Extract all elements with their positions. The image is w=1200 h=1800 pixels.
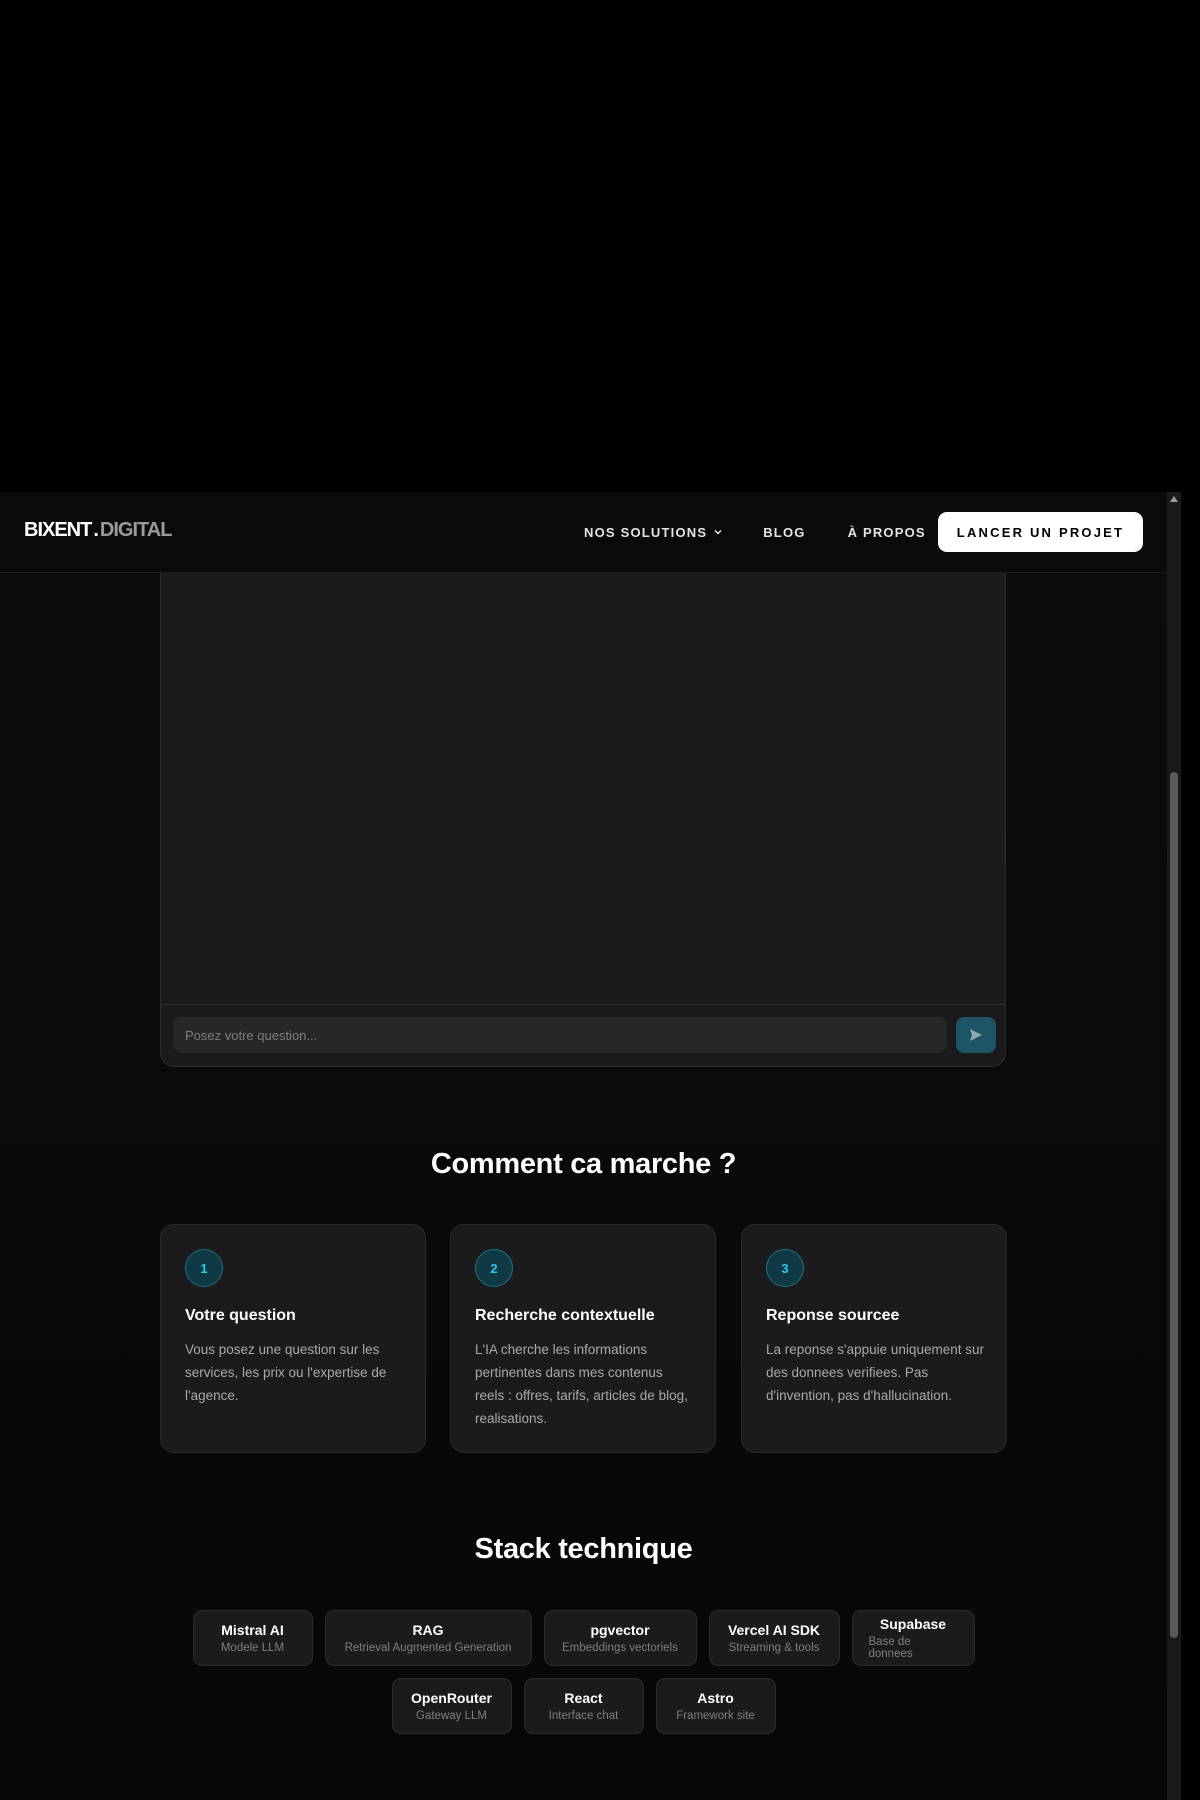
stack-chip-name: Vercel AI SDK bbox=[727, 1622, 821, 1638]
nav-blog-label: BLOG bbox=[763, 524, 806, 540]
stack-chip: OpenRouter Gateway LLM bbox=[391, 1678, 512, 1734]
stack-chip-name: Astro bbox=[697, 1690, 734, 1706]
how-section-title: Comment ca marche ? bbox=[430, 1148, 737, 1180]
stack-chip-desc: Interface chat bbox=[548, 1710, 619, 1722]
step-text: Vous posez une question sur les services… bbox=[185, 1342, 387, 1403]
stack-chip-desc: Embeddings vectoriels bbox=[562, 1642, 678, 1654]
stack-chip-desc: Gateway LLM bbox=[416, 1710, 487, 1722]
stack-chip-name: pgvector bbox=[590, 1622, 650, 1638]
stack-chip-desc: Base de donnees bbox=[868, 1636, 913, 1660]
stack-chip-desc: Streaming & tools bbox=[728, 1642, 820, 1654]
stack-chip: Supabase Base de donnees bbox=[851, 1610, 975, 1666]
step-number-badge: 1 bbox=[185, 1249, 223, 1287]
step-text: La reponse s'appuie uniquement sur des d… bbox=[766, 1342, 984, 1403]
step-number-badge: 3 bbox=[766, 1249, 804, 1287]
nav-solutions-label: NOS SOLUTIONS bbox=[584, 524, 708, 540]
stack-chip-name: RAG bbox=[412, 1622, 444, 1638]
chat-input-bar bbox=[161, 1004, 1005, 1066]
nav-about[interactable]: À PROPOS bbox=[848, 525, 926, 540]
stack-chip: React Interface chat bbox=[523, 1678, 644, 1734]
logo-dot: . bbox=[93, 519, 98, 541]
nav-solutions[interactable]: NOS SOLUTIONS bbox=[584, 525, 723, 540]
chat-window bbox=[160, 545, 1006, 1067]
site-logo[interactable]: BIXENT. DIGITAL bbox=[24, 519, 173, 542]
nav-blog[interactable]: BLOG bbox=[763, 525, 805, 540]
launch-project-label: LANCER UN PROJET bbox=[956, 524, 1125, 540]
step-card: 3 Reponse sourcee La reponse s'appuie un… bbox=[741, 1224, 1007, 1453]
chat-input[interactable] bbox=[173, 1017, 947, 1053]
logo-main: BIXENT bbox=[24, 519, 92, 541]
stack-chip-desc: Retrieval Augmented Generation bbox=[344, 1642, 512, 1654]
send-icon bbox=[970, 1029, 982, 1041]
step-title: Recherche contextuelle bbox=[475, 1307, 655, 1324]
launch-project-button[interactable]: LANCER UN PROJET bbox=[938, 512, 1143, 552]
step-card: 2 Recherche contextuelle L'IA cherche le… bbox=[450, 1224, 716, 1453]
stack-chip-name: Supabase bbox=[879, 1616, 947, 1632]
stack-chip: Astro Framework site bbox=[655, 1678, 776, 1734]
logo-sub: DIGITAL bbox=[99, 519, 173, 541]
stack-chip: Mistral AI Modele LLM bbox=[192, 1610, 313, 1666]
step-title: Reponse sourcee bbox=[766, 1307, 900, 1324]
chevron-down-icon bbox=[714, 529, 722, 535]
page-scrollbar[interactable] bbox=[1167, 492, 1181, 1800]
stack-row-2: OpenRouter Gateway LLM React Interface c… bbox=[0, 1678, 1167, 1734]
stack-chip-desc: Modele LLM bbox=[220, 1642, 285, 1654]
step-card: 1 Votre question Vous posez une question… bbox=[160, 1224, 426, 1453]
site-header: BIXENT. DIGITAL NOS SOLUTIONS BLOG À PROP… bbox=[0, 492, 1167, 573]
nav-about-label: À PROPOS bbox=[847, 524, 926, 540]
stack-chip-name: React bbox=[564, 1690, 603, 1706]
stack-chip: Vercel AI SDK Streaming & tools bbox=[708, 1610, 840, 1666]
send-button[interactable] bbox=[956, 1017, 996, 1053]
step-text: L'IA cherche les informations pertinente… bbox=[475, 1342, 688, 1426]
stack-chip-name: Mistral AI bbox=[221, 1622, 284, 1638]
stack-chip: pgvector Embeddings vectoriels bbox=[543, 1610, 697, 1666]
step-title: Votre question bbox=[185, 1307, 296, 1324]
stack-row-1: Mistral AI Modele LLM RAG Retrieval Augm… bbox=[0, 1610, 1167, 1666]
scrollbar-thumb[interactable] bbox=[1170, 772, 1178, 1638]
stack-section-title: Stack technique bbox=[474, 1533, 693, 1565]
stack-chip-name: OpenRouter bbox=[411, 1690, 492, 1706]
scroll-up-arrow-icon[interactable] bbox=[1170, 496, 1178, 502]
stack-chip-desc: Framework site bbox=[676, 1710, 755, 1722]
step-number-badge: 2 bbox=[475, 1249, 513, 1287]
main-nav: NOS SOLUTIONS BLOG À PROPOS bbox=[584, 492, 966, 572]
stack-chip: RAG Retrieval Augmented Generation bbox=[324, 1610, 532, 1666]
